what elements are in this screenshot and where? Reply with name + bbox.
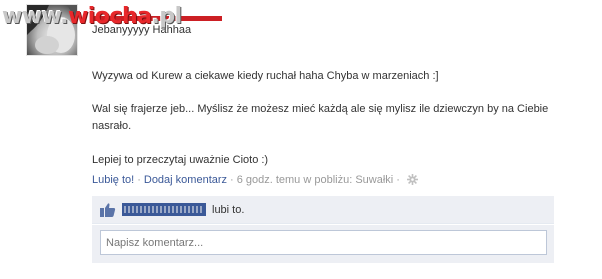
watermark-suffix: .pl (151, 4, 182, 29)
action-separator: · (396, 174, 400, 186)
site-watermark: www.wiocha.pl (2, 4, 182, 29)
comment-input[interactable] (100, 230, 547, 255)
censored-liker-pattern (124, 206, 204, 213)
post-timestamp[interactable]: 6 godz. temu w pobliżu: Suwałki (237, 174, 394, 186)
likes-suffix: lubi to. (212, 204, 245, 216)
action-separator: · (230, 174, 234, 186)
post-message-line: Lepiej to przeczytaj uważnie Cioto :) (92, 154, 269, 166)
action-separator: · (137, 174, 141, 186)
like-link[interactable]: Lubię to! (92, 174, 134, 186)
facebook-post: www.wiocha.pl Jebanyyyyy Hahhaa Wyzywa o… (0, 0, 602, 279)
comment-area (92, 225, 554, 263)
post-message-line: Wyzywa od Kurew a ciekawe kiedy ruchał h… (92, 70, 439, 82)
likes-box: lubi to. (92, 196, 554, 224)
thumbs-up-icon (100, 203, 116, 220)
post-message-line: Wal się frajerze jeb... Myślisz że możes… (92, 103, 549, 132)
watermark-name: wiocha (67, 4, 152, 29)
post-actions: Lubię to! · Dodaj komentarz · 6 godz. temu w… (92, 174, 418, 188)
watermark-prefix: www. (2, 4, 68, 29)
gear-icon[interactable] (406, 174, 418, 188)
add-comment-link[interactable]: Dodaj komentarz (144, 174, 227, 186)
